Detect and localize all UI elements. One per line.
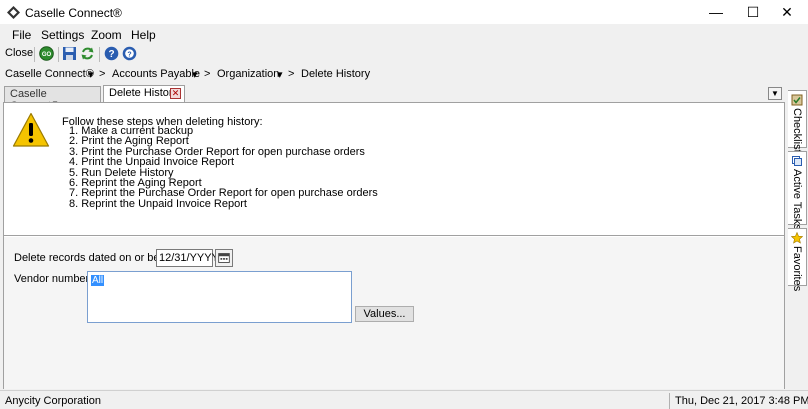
menu-settings[interactable]: Settings [41,28,84,42]
help-icon[interactable]: ? [104,46,119,61]
options-form: Delete records dated on or before: 12/31… [4,237,784,389]
breadcrumb-item[interactable]: Organization [217,68,279,80]
instruction-step: 8. Reprint the Unpaid Invoice Report [69,197,247,210]
toolbar-separator [99,47,100,62]
toolbar-separator [58,47,59,62]
breadcrumb: Caselle Connect® ▾ > Accounts Payable ▾ … [0,65,808,83]
warning-icon [12,112,50,147]
side-tab-active-tasks[interactable]: Active Tasks [788,151,807,230]
breadcrumb-item[interactable]: Accounts Payable [112,68,200,80]
star-icon [791,232,803,244]
tab-close-icon[interactable]: ✕ [170,88,181,99]
status-datetime: Thu, Dec 21, 2017 3:48 PM [669,393,808,409]
svg-text:GO: GO [42,52,52,58]
menu-file[interactable]: File [12,28,31,42]
help-context-icon[interactable]: ? [122,46,137,61]
breadcrumb-item[interactable]: Caselle Connect® [5,68,94,80]
breadcrumb-dropdown-icon[interactable]: ▾ [88,68,94,81]
instructions-steps: 1. Make a current backup 2. Print the Ag… [69,125,378,210]
calendar-icon[interactable] [215,249,233,267]
side-tab-checklist[interactable]: Checklist [788,90,807,153]
save-icon[interactable] [62,46,77,61]
tab-label: Delete History [109,87,179,99]
instructions-pane: Follow these steps when deleting history… [4,103,784,236]
close-button[interactable]: Close [5,47,33,59]
vendor-numbers-value: All [91,275,105,286]
tab-caselle-connect[interactable]: Caselle Connect® [4,86,101,112]
active-tasks-icon [792,156,802,166]
status-organization: Anycity Corporation [5,395,101,407]
toolbar: Close GO ? ? [0,44,808,64]
delete-history-panel: Follow these steps when deleting history… [3,102,785,389]
app-logo-icon [7,6,20,19]
title-bar: Caselle Connect® — ☐ ✕ [0,0,808,24]
date-field[interactable]: 12/31/YYYY [156,249,219,267]
go-icon[interactable]: GO [39,46,54,61]
tab-delete-history[interactable]: Delete History ✕ [103,85,185,103]
checklist-icon [791,94,803,106]
breadcrumb-separator: > [99,68,106,80]
tab-strip: Caselle Connect® Delete History ✕ [0,85,785,112]
window-title: Caselle Connect® [25,6,122,20]
side-tab-label: Checklist [791,108,803,153]
refresh-icon[interactable] [80,46,95,61]
menu-zoom[interactable]: Zoom [91,28,122,42]
tab-list-dropdown-icon[interactable]: ▼ [768,87,782,100]
status-bar: Anycity Corporation Thu, Dec 21, 2017 3:… [0,390,808,409]
values-button[interactable]: Values... [355,306,414,322]
vendor-numbers-label: Vendor numbers: [14,273,98,285]
side-tab-label: Active Tasks [791,169,803,230]
side-panel: Checklist Active Tasks Favorites [787,85,808,389]
toolbar-separator [34,47,35,62]
breadcrumb-dropdown-icon[interactable]: ▾ [192,68,198,81]
breadcrumb-dropdown-icon[interactable]: ▾ [277,68,283,81]
breadcrumb-separator: > [204,68,211,80]
vendor-numbers-field[interactable]: All [87,271,352,323]
side-tab-label: Favorites [791,246,803,292]
menu-bar: File Settings Zoom Help [0,25,430,43]
close-window-button[interactable]: ✕ [764,0,808,24]
menu-help[interactable]: Help [131,28,156,42]
side-tab-favorites[interactable]: Favorites [788,228,807,291]
breadcrumb-separator: > [288,68,295,80]
svg-text:?: ? [108,49,114,60]
breadcrumb-current: Delete History [301,68,371,80]
svg-text:?: ? [127,52,131,59]
